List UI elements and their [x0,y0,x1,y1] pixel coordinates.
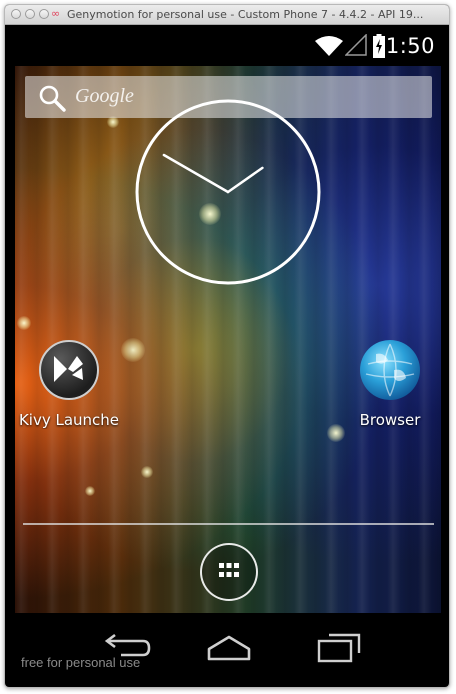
search-label: Google [75,85,134,107]
clock-hour-hand [226,166,264,194]
home-icon [207,635,251,661]
globe-icon [360,340,420,400]
app-drawer-button[interactable] [200,543,258,601]
emulator-window: ∞ Genymotion for personal use - Custom P… [4,4,450,688]
wallpaper-light-dot [17,316,31,330]
app-icon-browser[interactable]: Browser [335,340,441,429]
phone-screen: 1:50 Google Kivy Launche Browser free fo… [15,26,441,681]
signal-icon [345,34,367,56]
recent-apps-icon [317,633,361,663]
wallpaper-light-dot [141,466,153,478]
navigation-bar: free for personal use [15,613,441,681]
app-icon-kivy-launcher[interactable]: Kivy Launche [15,340,124,429]
dock-divider [23,523,434,525]
wifi-icon [315,36,343,56]
battery-charging-icon [373,34,385,58]
kivy-icon [39,340,99,400]
minimize-window-button[interactable] [25,9,35,19]
clock-minute-hand [162,153,230,194]
status-bar: 1:50 [15,26,441,66]
status-time: 1:50 [385,34,435,58]
recent-apps-button[interactable] [311,627,367,667]
analog-clock-widget[interactable] [135,99,321,285]
search-icon [39,85,66,112]
watermark-text: free for personal use [21,655,141,670]
home-button[interactable] [201,627,257,667]
wallpaper-light-dot [85,486,95,496]
window-title: Genymotion for personal use - Custom Pho… [67,8,424,21]
wallpaper-light-dot [121,338,145,362]
app-label: Kivy Launche [18,411,120,429]
grid-icon [219,563,239,577]
zoom-window-button[interactable] [39,9,49,19]
app-label: Browser [359,411,421,429]
window-titlebar: ∞ Genymotion for personal use - Custom P… [5,5,449,25]
genymotion-logo-icon: ∞ [51,7,61,20]
close-window-button[interactable] [11,9,21,19]
